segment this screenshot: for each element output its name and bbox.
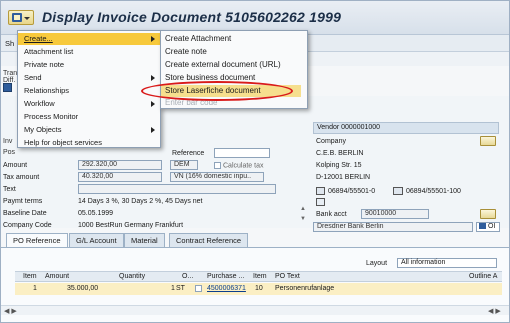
chevron-down-icon [24,17,30,20]
submenu-create-attachment[interactable]: Create Attachment [161,33,301,45]
submenu-create-note[interactable]: Create note [161,46,301,58]
horizontal-scrollbar[interactable]: ◀ ▶ ◀ ▶ [1,305,509,315]
annotation-highlight-oval [141,81,293,101]
reference-field[interactable] [214,148,270,158]
baseline-date-value: 05.05.1999 [78,210,114,217]
scroll-left-icon[interactable]: ◀ ▶ [4,307,17,315]
menu-item-create[interactable]: Create... [18,33,160,45]
bank-name-field: Dresdner Bank Berlin [313,222,473,232]
scroll-up-icon[interactable]: ▲ [300,206,307,212]
cell-select-checkbox[interactable] [195,285,204,292]
vendor-line-company: Company [316,138,346,145]
menu-item-private-note[interactable]: Private note [18,59,160,71]
amount-label: Amount [3,162,28,169]
tax-amount-field: 40.320,00 [78,172,162,182]
vendor-phone: 06894/55501-0 [316,187,375,195]
amount-field: 292.320,00 [78,160,162,170]
text-label: Text [3,186,16,193]
bank-acct-field: 90010000 [361,209,429,219]
sap-menu-icon [12,13,22,22]
menu-item-attachment-list[interactable]: Attachment list [18,46,160,58]
menu-item-process-monitor[interactable]: Process Monitor [18,111,160,123]
menu-item-workflow[interactable]: Workflow [18,98,160,110]
menu-item-help-object-services[interactable]: Help for object services [18,137,160,149]
col-quantity[interactable]: Quantity [119,273,145,280]
chevron-right-icon [151,36,155,42]
pos-label: Pos [3,149,16,156]
tab-gl-account[interactable]: G/L Account [69,233,124,247]
inv-label: Inv [3,138,13,145]
col-amount[interactable]: Amount [45,273,69,280]
object-services-menu: Create... Attachment list Private note S… [17,30,161,148]
cell-amount: 35.000,00 [67,285,99,292]
col-purchase-order[interactable]: Purchase ... [207,273,244,280]
tax-amount-label: Tax amount [3,174,40,181]
baseline-date-label: Baseline Date [3,210,47,217]
text-field [78,184,276,194]
col-item[interactable]: Item [23,273,37,280]
col-po-item[interactable]: Item [253,273,267,280]
paymt-terms-label: Paymt terms [3,198,43,205]
vendor-line-city: D-12001 BERLIN [316,174,371,181]
vendor-header: Vendor 0000001000 [313,122,499,134]
scroll-right-icon[interactable]: ◀ ▶ [488,307,501,315]
email-icon[interactable] [316,198,325,206]
vendor-line-street: Kolping Str. 15 [316,162,362,169]
window-title: Display Invoice Document 5105602262 1999 [42,9,342,25]
scroll-down-icon[interactable]: ▼ [300,216,307,222]
checkbox-icon [214,162,221,169]
currency-field: DEM [170,160,198,170]
table-icon [479,223,486,230]
cell-item: 1 [33,285,37,292]
submenu-create-external-document[interactable]: Create external document (URL) [161,59,301,71]
bank-details-button[interactable] [480,209,496,219]
vendor-line-name: C.E.B. BERLIN [316,150,364,157]
vendor-details-button[interactable] [480,136,496,146]
cell-po-text: Personenrufanlage [275,285,335,292]
col-outline[interactable]: Outline A [469,273,497,280]
vendor-fax: 06894/55501-100 [393,187,461,195]
tab-po-reference[interactable]: PO Reference [6,233,68,247]
chevron-right-icon [151,127,155,133]
company-code-value: 1000 BestRun Germany Frankfurt [78,222,184,229]
tax-code-select[interactable]: VN (16% domestic inpu.. [170,172,264,182]
calculate-tax-checkbox[interactable]: Calculate tax [214,162,263,169]
tab-contract-reference[interactable]: Contract Reference [169,233,249,247]
cell-unit: ST [176,285,185,292]
chevron-right-icon [151,101,155,107]
checkbox-icon [195,285,202,292]
toolbar-icon[interactable] [3,83,12,92]
menu-item-relationships[interactable]: Relationships [18,85,160,97]
layout-label: Layout [366,260,388,267]
layout-field[interactable]: All information [397,258,497,268]
tab-material[interactable]: Material [124,233,165,247]
paymt-terms-value: 14 Days 3 %, 30 Days 2 %, 45 Days net [78,198,203,205]
fax-icon [393,187,403,195]
cell-quantity: 1 [171,285,175,292]
menu-item-my-objects[interactable]: My Objects [18,124,160,136]
cell-po-item: 10 [255,285,263,292]
system-menu-button[interactable] [8,10,34,25]
chevron-right-icon [151,75,155,81]
bank-acct-label: Bank acct [316,211,347,218]
grid-header: Item Amount Quantity O... Purchase ... I… [15,271,502,282]
col-unit[interactable]: O... [182,273,193,280]
telephone-icon [316,187,325,195]
reference-label: Reference [172,150,205,157]
table-row[interactable]: 1 35.000,00 1 ST 4500006371 10 Personenr… [15,283,502,295]
menu-item-partial[interactable]: Sh [5,39,14,48]
menu-item-send[interactable]: Send [18,72,160,84]
col-po-text[interactable]: PO Text [275,273,300,280]
cell-purchase-order[interactable]: 4500006371 [207,285,246,292]
open-items-button[interactable]: OI [476,222,500,232]
company-code-label: Company Code [3,222,52,229]
